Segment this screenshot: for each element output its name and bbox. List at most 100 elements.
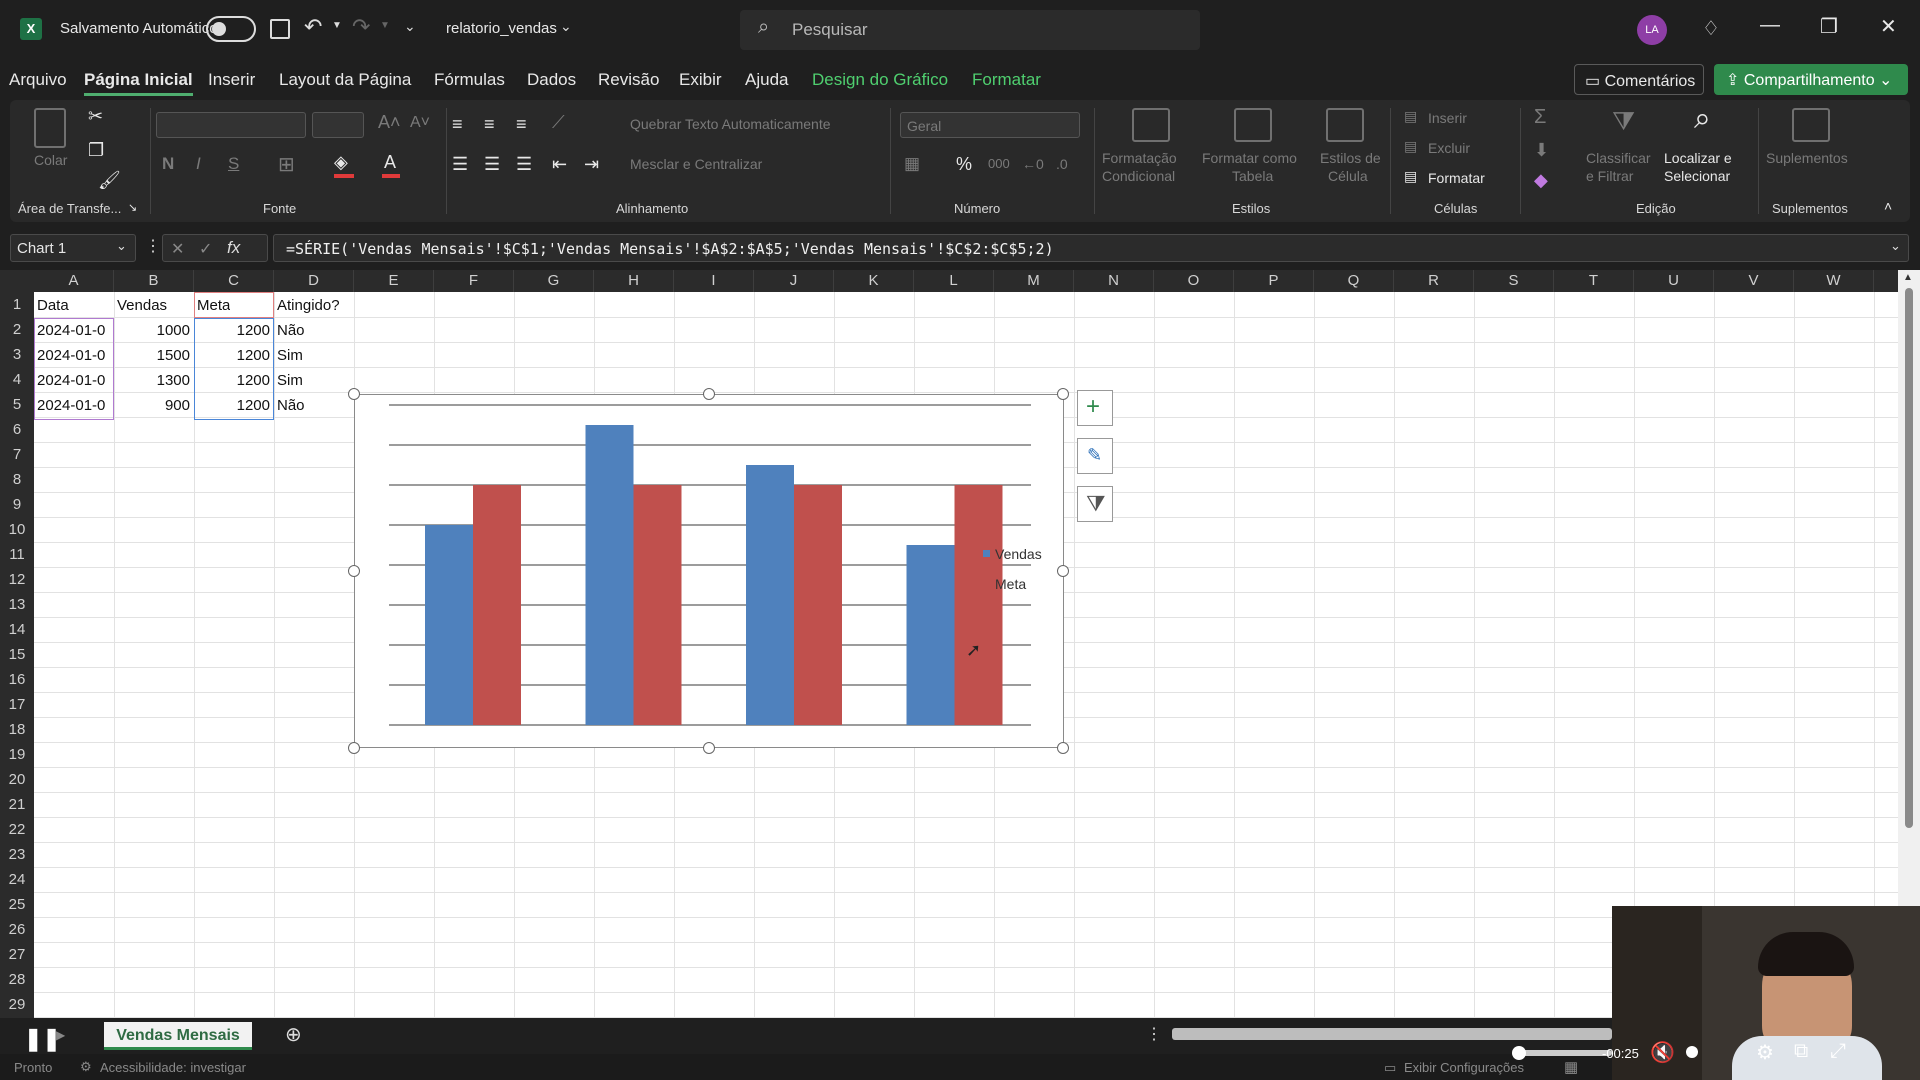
row-header-2[interactable]: 2 — [0, 321, 34, 338]
undo-icon[interactable]: ↶ — [304, 14, 322, 40]
cell-styles-icon[interactable] — [1326, 108, 1364, 142]
decrease-decimal-icon[interactable]: .0 — [1056, 156, 1068, 172]
mute-icon[interactable]: 🔇 — [1650, 1040, 1675, 1065]
decrease-font-icon[interactable]: A˅ — [410, 114, 430, 132]
row-header-29[interactable]: 29 — [0, 996, 34, 1013]
conditional-format-label-1[interactable]: Formatação — [1102, 150, 1177, 166]
format-table-label-2[interactable]: Tabela — [1232, 168, 1273, 184]
tab-arquivo[interactable]: Arquivo — [9, 70, 67, 90]
share-button[interactable]: ⇪ Compartilhamento ⌄ — [1714, 64, 1908, 95]
cell-b4[interactable]: 1300 — [114, 369, 190, 393]
row-header-22[interactable]: 22 — [0, 821, 34, 838]
resize-handle[interactable] — [1057, 565, 1069, 577]
currency-icon[interactable]: ▦ — [904, 154, 920, 174]
addins-button[interactable]: Suplementos — [1766, 150, 1848, 166]
sort-filter-icon[interactable]: ⧩ — [1612, 106, 1635, 138]
bar-meta-2[interactable] — [633, 485, 682, 725]
row-header-4[interactable]: 4 — [0, 371, 34, 388]
format-painter-icon[interactable]: 🖌 — [98, 170, 121, 191]
row-header-15[interactable]: 15 — [0, 646, 34, 663]
paste-icon[interactable] — [34, 108, 66, 148]
file-name-chevron-icon[interactable]: ⌄ — [560, 18, 572, 35]
column-header-v[interactable]: V — [1714, 270, 1794, 292]
scroll-up-icon[interactable]: ▲ — [1903, 272, 1913, 283]
tab-exibir[interactable]: Exibir — [679, 70, 722, 90]
number-format-select[interactable]: Geral — [900, 112, 1080, 138]
cell-d5[interactable]: Não — [277, 394, 305, 418]
customize-toolbar-icon[interactable]: ⌄ — [404, 18, 416, 35]
fill-icon[interactable]: ⬇ — [1534, 140, 1549, 161]
merge-center-button[interactable]: Mesclar e Centralizar — [630, 156, 762, 172]
column-header-m[interactable]: M — [994, 270, 1074, 292]
row-header-10[interactable]: 10 — [0, 521, 34, 538]
cell-styles-label-1[interactable]: Estilos de — [1320, 150, 1381, 166]
delete-cells-button[interactable]: Excluir — [1428, 140, 1470, 156]
row-header-6[interactable]: 6 — [0, 421, 34, 438]
more-icon[interactable]: ⋮ — [145, 236, 161, 256]
row-header-14[interactable]: 14 — [0, 621, 34, 638]
chart-styles-button[interactable]: ✎ — [1077, 438, 1113, 474]
sheet-tab-vendas-mensais[interactable]: Vendas Mensais — [104, 1022, 252, 1050]
fill-color-icon[interactable]: ◈ — [334, 152, 348, 173]
clipboard-launcher-icon[interactable]: ↘ — [128, 201, 137, 214]
header-atingido[interactable]: Atingido? — [277, 294, 340, 318]
addins-icon[interactable] — [1792, 108, 1830, 142]
minimize-icon[interactable]: — — [1760, 14, 1780, 37]
bold-button[interactable]: N — [162, 154, 174, 174]
column-header-n[interactable]: N — [1074, 270, 1154, 292]
copy-icon[interactable]: ❐ — [88, 140, 104, 161]
column-header-t[interactable]: T — [1554, 270, 1634, 292]
bar-meta-3[interactable] — [794, 485, 842, 725]
resize-handle[interactable] — [703, 388, 715, 400]
column-header-q[interactable]: Q — [1314, 270, 1394, 292]
insert-cells-button[interactable]: Inserir — [1428, 110, 1467, 126]
bar-vendas-1[interactable] — [425, 525, 473, 725]
bar-vendas-2[interactable] — [585, 425, 634, 725]
underline-button[interactable]: S — [228, 154, 239, 174]
row-header-5[interactable]: 5 — [0, 396, 34, 413]
enter-icon[interactable]: ✓ — [199, 239, 212, 259]
row-header-11[interactable]: 11 — [0, 546, 34, 563]
popout-icon[interactable]: ⧉ — [1794, 1040, 1808, 1063]
borders-icon[interactable]: ⊞ — [278, 152, 295, 177]
format-cells-icon[interactable]: ▤ — [1404, 168, 1417, 185]
restore-icon[interactable]: ❐ — [1820, 14, 1838, 39]
resize-handle[interactable] — [348, 565, 360, 577]
row-header-27[interactable]: 27 — [0, 946, 34, 963]
column-header-s[interactable]: S — [1474, 270, 1554, 292]
sort-filter-label-1[interactable]: Classificar — [1586, 150, 1651, 166]
close-icon[interactable]: ✕ — [1880, 14, 1897, 39]
lightbulb-icon[interactable]: ♢ — [1702, 16, 1720, 41]
cancel-icon[interactable]: ✕ — [171, 239, 184, 259]
tab-options-icon[interactable]: ⋮ — [1146, 1024, 1162, 1044]
row-header-26[interactable]: 26 — [0, 921, 34, 938]
row-header-16[interactable]: 16 — [0, 671, 34, 688]
header-data[interactable]: Data — [37, 294, 69, 318]
cut-icon[interactable]: ✂ — [88, 106, 103, 127]
tab-dados[interactable]: Dados — [527, 70, 576, 90]
bar-meta-4[interactable] — [954, 485, 1003, 725]
redo-dropdown-icon[interactable]: ▼ — [380, 20, 390, 31]
bar-meta-1[interactable] — [473, 485, 521, 725]
bar-vendas-4[interactable] — [906, 545, 955, 725]
search-box[interactable]: ⌕ Pesquisar — [740, 10, 1200, 50]
resize-handle[interactable] — [703, 742, 715, 754]
increase-font-icon[interactable]: A˄ — [378, 112, 401, 133]
find-select-label-1[interactable]: Localizar e — [1664, 150, 1732, 166]
row-header-12[interactable]: 12 — [0, 571, 34, 588]
increase-indent-icon[interactable]: ⇥ — [584, 154, 599, 175]
column-header-g[interactable]: G — [514, 270, 594, 292]
find-select-label-2[interactable]: Selecionar — [1664, 168, 1730, 184]
header-vendas[interactable]: Vendas — [117, 294, 167, 318]
cell-d4[interactable]: Sim — [277, 369, 303, 393]
delete-cells-icon[interactable]: ▤ — [1404, 138, 1417, 155]
collapse-ribbon-icon[interactable]: ˄ — [1884, 198, 1892, 214]
undo-dropdown-icon[interactable]: ▼ — [332, 20, 342, 31]
legend-label-meta[interactable]: Meta — [995, 576, 1026, 592]
tab-layout-pagina[interactable]: Layout da Página — [279, 70, 411, 90]
autosum-icon[interactable]: Σ — [1534, 106, 1546, 129]
column-header-w[interactable]: W — [1794, 270, 1874, 292]
column-header-c[interactable]: C — [194, 270, 274, 292]
column-header-a[interactable]: A — [34, 270, 114, 292]
decrease-indent-icon[interactable]: ⇤ — [552, 154, 567, 175]
